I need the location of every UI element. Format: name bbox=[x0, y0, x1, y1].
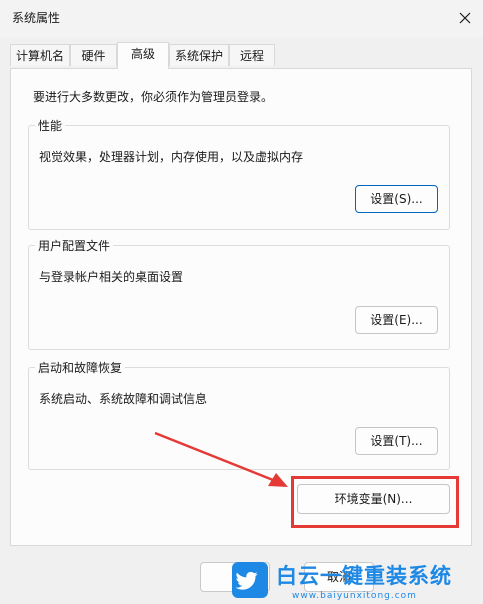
user-profile-settings-button[interactable]: 设置(E)... bbox=[355, 306, 438, 334]
tab-computer-name[interactable]: 计算机名 bbox=[10, 44, 70, 66]
tab-system-protection[interactable]: 系统保护 bbox=[169, 44, 229, 66]
window-title: 系统属性 bbox=[12, 11, 61, 25]
title-bar: 系统属性 bbox=[0, 0, 483, 38]
watermark-url: www.baiyunxitong.com bbox=[292, 591, 417, 601]
performance-settings-button[interactable]: 设置(S)... bbox=[355, 185, 438, 213]
highlight-box bbox=[291, 476, 459, 528]
performance-group: 性能 视觉效果，处理器计划，内存使用，以及虚拟内存 设置(S)... bbox=[28, 117, 450, 230]
tab-advanced[interactable]: 高级 bbox=[117, 42, 169, 69]
performance-title: 性能 bbox=[35, 117, 66, 134]
startup-recovery-title: 启动和故障恢复 bbox=[35, 359, 126, 376]
tab-hardware[interactable]: 硬件 bbox=[70, 44, 117, 66]
annotation-arrow bbox=[154, 431, 288, 487]
tab-remote[interactable]: 远程 bbox=[229, 44, 275, 66]
close-icon bbox=[459, 12, 471, 24]
user-profile-title: 用户配置文件 bbox=[35, 237, 114, 254]
startup-recovery-settings-button[interactable]: 设置(T)... bbox=[355, 427, 438, 455]
close-button[interactable] bbox=[452, 6, 478, 30]
user-profile-desc: 与登录帐户相关的桌面设置 bbox=[39, 270, 184, 284]
twitter-bird-icon bbox=[232, 562, 268, 598]
performance-desc: 视觉效果，处理器计划，内存使用，以及虚拟内存 bbox=[39, 150, 304, 164]
watermark-text: 白云一键重装系统 bbox=[276, 564, 452, 588]
watermark: 白云一键重装系统 www.baiyunxitong.com bbox=[232, 558, 483, 604]
startup-recovery-desc: 系统启动、系统故障和调试信息 bbox=[39, 392, 208, 406]
admin-note: 要进行大多数更改，你必须作为管理员登录。 bbox=[33, 90, 274, 104]
user-profile-group: 用户配置文件 与登录帐户相关的桌面设置 设置(E)... bbox=[28, 237, 450, 350]
